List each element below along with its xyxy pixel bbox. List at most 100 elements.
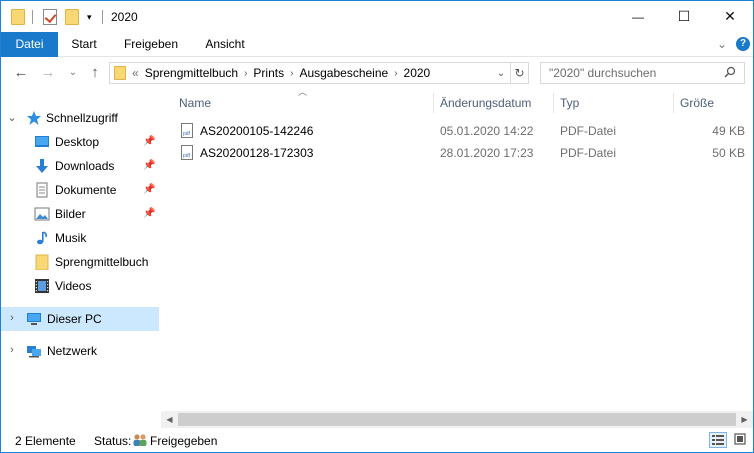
breadcrumb-separator[interactable]: › (244, 68, 247, 79)
file-list: ︿ Name Änderungsdatum Typ Größe AS202001… (159, 87, 753, 411)
file-date: 05.01.2020 14:22 (440, 124, 534, 138)
pin-icon[interactable]: 📌 (143, 184, 155, 195)
pin-icon[interactable]: 📌 (143, 136, 155, 147)
column-header-type[interactable]: Typ (560, 89, 670, 117)
column-header-name[interactable]: Name (179, 89, 429, 117)
sidebar-item-downloads[interactable]: Downloads 📌 (1, 154, 159, 178)
breadcrumb-ausgabescheine[interactable]: Ausgabescheine (299, 66, 388, 80)
refresh-icon[interactable]: ↻ (510, 63, 528, 83)
sidebar-item-desktop[interactable]: Desktop 📌 (1, 130, 159, 154)
file-name: AS20200105-142246 (200, 124, 314, 138)
search-input[interactable] (549, 63, 729, 83)
pdf-file-icon (181, 145, 193, 160)
file-date: 28.01.2020 17:23 (440, 146, 534, 160)
up-button[interactable]: ↑ (86, 63, 104, 83)
breadcrumb-separator[interactable]: › (290, 68, 293, 79)
ribbon-expand-icon[interactable]: ⌄ (717, 37, 727, 51)
sidebar-item-schnellzugriff[interactable]: ⌄ Schnellzugriff (1, 106, 159, 130)
window-title: 2020 (111, 10, 138, 24)
sidebar-item-label: Netzwerk (47, 344, 98, 358)
address-folder-icon (114, 66, 126, 80)
breadcrumb-separator[interactable]: › (394, 68, 397, 79)
computer-icon (27, 313, 41, 325)
search-icon[interactable] (724, 66, 736, 78)
horizontal-scrollbar[interactable]: ◀ ▶ (161, 411, 753, 428)
tab-freigeben[interactable]: Freigeben (115, 32, 187, 57)
breadcrumb-sprengmittelbuch[interactable]: Sprengmittelbuch (145, 66, 238, 80)
sidebar-item-sprengmittelbuch[interactable]: Sprengmittelbuch (1, 250, 159, 274)
sidebar-item-musik[interactable]: Musik (1, 226, 159, 250)
documents-icon (36, 182, 48, 198)
back-button[interactable]: ← (12, 63, 30, 83)
scroll-left-button[interactable]: ◀ (161, 411, 178, 428)
properties-icon[interactable] (43, 8, 57, 26)
file-size: 50 KB (712, 146, 745, 160)
sidebar-item-label: Bilder (55, 207, 86, 221)
explorer-window: ▾ 2020 — ☐ ✕ Datei Start Freigeben Ansic… (0, 0, 754, 453)
search-box[interactable] (540, 62, 745, 84)
sidebar-item-label: Dieser PC (47, 312, 102, 326)
sidebar-item-dokumente[interactable]: Dokumente 📌 (1, 178, 159, 202)
breadcrumb-prints[interactable]: Prints (253, 66, 284, 80)
table-row[interactable]: AS20200105-142246 05.01.2020 14:22 PDF-D… (179, 121, 749, 142)
scroll-right-button[interactable]: ▶ (736, 411, 753, 428)
breadcrumb-2020[interactable]: 2020 (404, 66, 431, 80)
breadcrumb-overflow[interactable]: « (132, 66, 139, 80)
network-icon (27, 346, 41, 358)
address-dropdown-icon[interactable]: ⌄ (492, 68, 510, 79)
tab-ansicht[interactable]: Ansicht (196, 32, 254, 57)
forward-button[interactable]: → (39, 63, 57, 83)
tab-datei[interactable]: Datei (1, 32, 58, 57)
column-header-date[interactable]: Änderungsdatum (440, 89, 552, 117)
scrollbar-thumb[interactable] (178, 413, 736, 426)
navigation-bar: ← → ⌄ ↑ « Sprengmittelbuch › Prints › Au… (1, 57, 753, 89)
column-header-size[interactable]: Größe (680, 89, 746, 117)
sidebar-item-dieser-pc[interactable]: › Dieser PC (1, 307, 159, 331)
pictures-icon (34, 207, 50, 221)
pdf-file-icon (181, 123, 193, 138)
recent-locations-button[interactable]: ⌄ (64, 63, 82, 83)
large-icons-view-button[interactable] (732, 432, 750, 448)
item-count: 2 Elemente (15, 434, 76, 448)
status-bar: 2 Elemente Status: Freigegeben (1, 428, 753, 452)
minimize-button[interactable]: — (615, 1, 661, 32)
file-type: PDF-Datei (560, 146, 617, 160)
maximize-button[interactable]: ☐ (661, 1, 707, 32)
desktop-icon (35, 136, 49, 147)
table-row[interactable]: AS20200128-172303 28.01.2020 17:23 PDF-D… (179, 143, 749, 164)
sidebar-item-netzwerk[interactable]: › Netzwerk (1, 339, 159, 363)
sidebar-item-videos[interactable]: Videos (1, 274, 159, 298)
music-icon (37, 231, 48, 245)
column-divider[interactable] (433, 93, 434, 113)
sidebar-item-label: Musik (55, 231, 87, 245)
tab-start[interactable]: Start (63, 32, 105, 57)
title-bar: ▾ 2020 — ☐ ✕ (1, 1, 753, 32)
file-name: AS20200128-172303 (200, 146, 314, 160)
sidebar-item-bilder[interactable]: Bilder 📌 (1, 202, 159, 226)
expand-icon[interactable]: › (6, 344, 18, 356)
title-folder-icon (11, 8, 25, 26)
expand-icon[interactable]: ⌄ (6, 111, 18, 124)
large-icons-view-icon (734, 433, 746, 445)
details-view-icon (712, 435, 724, 445)
pin-icon[interactable]: 📌 (143, 160, 155, 171)
expand-icon[interactable]: › (6, 312, 18, 324)
status-label: Status: (94, 434, 132, 448)
new-folder-icon[interactable] (65, 8, 79, 26)
download-icon (36, 159, 48, 173)
breadcrumb: « Sprengmittelbuch › Prints › Ausgabesch… (132, 66, 430, 80)
close-button[interactable]: ✕ (707, 1, 753, 32)
help-icon[interactable]: ? (736, 37, 750, 51)
pin-icon[interactable]: 📌 (143, 208, 155, 219)
column-divider[interactable] (553, 93, 554, 113)
file-size: 49 KB (712, 124, 745, 138)
address-bar[interactable]: « Sprengmittelbuch › Prints › Ausgabesch… (109, 62, 529, 84)
details-view-button[interactable] (709, 432, 727, 448)
column-divider[interactable] (673, 93, 674, 113)
sidebar-item-label: Desktop (55, 135, 100, 149)
navigation-pane: ⌄ Schnellzugriff Desktop 📌 Downloads 📌 D… (1, 89, 159, 425)
title-separator (102, 8, 103, 26)
qat-customize-icon[interactable]: ▾ (87, 8, 92, 26)
qat-separator (32, 8, 33, 26)
sidebar-item-label: Videos (55, 279, 92, 293)
